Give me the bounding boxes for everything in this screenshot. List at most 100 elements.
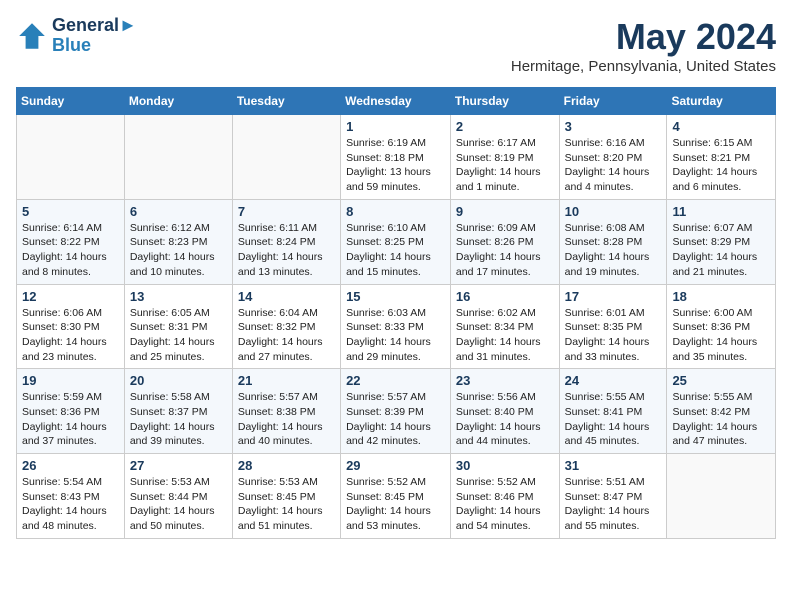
calendar-cell: 19 Sunrise: 5:59 AMSunset: 8:36 PMDayligh… [17, 369, 125, 454]
day-number: 31 [565, 458, 662, 473]
cell-content: Sunrise: 6:08 AMSunset: 8:28 PMDaylight:… [565, 221, 662, 280]
calendar-cell [124, 115, 232, 200]
calendar-cell [232, 115, 340, 200]
cell-content: Sunrise: 6:10 AMSunset: 8:25 PMDaylight:… [346, 221, 445, 280]
cell-content: Sunrise: 6:07 AMSunset: 8:29 PMDaylight:… [672, 221, 770, 280]
day-number: 8 [346, 204, 445, 219]
calendar-cell: 30 Sunrise: 5:52 AMSunset: 8:46 PMDayligh… [450, 454, 559, 539]
cell-content: Sunrise: 6:04 AMSunset: 8:32 PMDaylight:… [238, 306, 335, 365]
calendar-cell: 11 Sunrise: 6:07 AMSunset: 8:29 PMDayligh… [667, 199, 776, 284]
calendar-week-4: 19 Sunrise: 5:59 AMSunset: 8:36 PMDayligh… [17, 369, 776, 454]
day-number: 28 [238, 458, 335, 473]
day-number: 6 [130, 204, 227, 219]
cell-content: Sunrise: 6:19 AMSunset: 8:18 PMDaylight:… [346, 136, 445, 195]
cell-content: Sunrise: 5:56 AMSunset: 8:40 PMDaylight:… [456, 390, 554, 449]
col-header-thursday: Thursday [450, 88, 559, 115]
day-number: 5 [22, 204, 119, 219]
day-number: 23 [456, 373, 554, 388]
day-number: 2 [456, 119, 554, 134]
calendar-cell: 7Sunrise: 6:11 AMSunset: 8:24 PMDaylight… [232, 199, 340, 284]
cell-content: Sunrise: 5:54 AMSunset: 8:43 PMDaylight:… [22, 475, 119, 534]
day-number: 16 [456, 289, 554, 304]
cell-content: Sunrise: 5:52 AMSunset: 8:46 PMDaylight:… [456, 475, 554, 534]
calendar-cell: 21 Sunrise: 5:57 AMSunset: 8:38 PMDayligh… [232, 369, 340, 454]
calendar-cell: 13 Sunrise: 6:05 AMSunset: 8:31 PMDayligh… [124, 284, 232, 369]
calendar-cell: 18Sunrise: 6:00 AMSunset: 8:36 PMDayligh… [667, 284, 776, 369]
calendar-cell: 5 Sunrise: 6:14 AMSunset: 8:22 PMDaylight… [17, 199, 125, 284]
calendar-cell: 16Sunrise: 6:02 AMSunset: 8:34 PMDayligh… [450, 284, 559, 369]
cell-content: Sunrise: 5:51 AMSunset: 8:47 PMDaylight:… [565, 475, 662, 534]
calendar-cell: 10 Sunrise: 6:08 AMSunset: 8:28 PMDayligh… [559, 199, 667, 284]
day-number: 18 [672, 289, 770, 304]
cell-content: Sunrise: 6:03 AMSunset: 8:33 PMDaylight:… [346, 306, 445, 365]
cell-content: Sunrise: 5:59 AMSunset: 8:36 PMDaylight:… [22, 390, 119, 449]
calendar-cell: 17Sunrise: 6:01 AMSunset: 8:35 PMDayligh… [559, 284, 667, 369]
day-number: 3 [565, 119, 662, 134]
day-number: 1 [346, 119, 445, 134]
cell-content: Sunrise: 5:53 AMSunset: 8:45 PMDaylight:… [238, 475, 335, 534]
calendar-cell: 15 Sunrise: 6:03 AMSunset: 8:33 PMDayligh… [341, 284, 451, 369]
day-number: 25 [672, 373, 770, 388]
cell-content: Sunrise: 5:52 AMSunset: 8:45 PMDaylight:… [346, 475, 445, 534]
calendar-week-3: 12 Sunrise: 6:06 AMSunset: 8:30 PMDayligh… [17, 284, 776, 369]
calendar-cell: 20 Sunrise: 5:58 AMSunset: 8:37 PMDayligh… [124, 369, 232, 454]
calendar-cell: 31 Sunrise: 5:51 AMSunset: 8:47 PMDayligh… [559, 454, 667, 539]
calendar-cell: 1 Sunrise: 6:19 AMSunset: 8:18 PMDaylight… [341, 115, 451, 200]
calendar-cell: 6 Sunrise: 6:12 AMSunset: 8:23 PMDaylight… [124, 199, 232, 284]
day-number: 20 [130, 373, 227, 388]
cell-content: Sunrise: 6:01 AMSunset: 8:35 PMDaylight:… [565, 306, 662, 365]
subtitle: Hermitage, Pennsylvania, United States [511, 58, 776, 75]
cell-content: Sunrise: 5:55 AMSunset: 8:41 PMDaylight:… [565, 390, 662, 449]
calendar-table: SundayMondayTuesdayWednesdayThursdayFrid… [16, 87, 776, 539]
page-header: General► Blue May 2024 Hermitage, Pennsy… [16, 16, 776, 75]
cell-content: Sunrise: 6:17 AMSunset: 8:19 PMDaylight:… [456, 136, 554, 195]
day-number: 15 [346, 289, 445, 304]
col-header-saturday: Saturday [667, 88, 776, 115]
calendar-cell: 25 Sunrise: 5:55 AMSunset: 8:42 PMDayligh… [667, 369, 776, 454]
day-number: 9 [456, 204, 554, 219]
logo-text: General► Blue [52, 16, 137, 56]
calendar-cell: 2 Sunrise: 6:17 AMSunset: 8:19 PMDaylight… [450, 115, 559, 200]
cell-content: Sunrise: 6:15 AMSunset: 8:21 PMDaylight:… [672, 136, 770, 195]
main-title: May 2024 [511, 16, 776, 58]
calendar-cell: 14 Sunrise: 6:04 AMSunset: 8:32 PMDayligh… [232, 284, 340, 369]
day-number: 19 [22, 373, 119, 388]
col-header-wednesday: Wednesday [341, 88, 451, 115]
cell-content: Sunrise: 6:12 AMSunset: 8:23 PMDaylight:… [130, 221, 227, 280]
day-number: 26 [22, 458, 119, 473]
calendar-week-5: 26 Sunrise: 5:54 AMSunset: 8:43 PMDayligh… [17, 454, 776, 539]
calendar-cell: 24Sunrise: 5:55 AMSunset: 8:41 PMDayligh… [559, 369, 667, 454]
cell-content: Sunrise: 5:53 AMSunset: 8:44 PMDaylight:… [130, 475, 227, 534]
calendar-cell: 12 Sunrise: 6:06 AMSunset: 8:30 PMDayligh… [17, 284, 125, 369]
logo: General► Blue [16, 16, 137, 56]
cell-content: Sunrise: 6:11 AMSunset: 8:24 PMDaylight:… [238, 221, 335, 280]
day-number: 4 [672, 119, 770, 134]
day-number: 14 [238, 289, 335, 304]
calendar-cell: 26 Sunrise: 5:54 AMSunset: 8:43 PMDayligh… [17, 454, 125, 539]
calendar-cell: 22Sunrise: 5:57 AMSunset: 8:39 PMDayligh… [341, 369, 451, 454]
calendar-cell: 28 Sunrise: 5:53 AMSunset: 8:45 PMDayligh… [232, 454, 340, 539]
day-number: 27 [130, 458, 227, 473]
calendar-cell: 29 Sunrise: 5:52 AMSunset: 8:45 PMDayligh… [341, 454, 451, 539]
cell-content: Sunrise: 5:57 AMSunset: 8:38 PMDaylight:… [238, 390, 335, 449]
calendar-cell: 23 Sunrise: 5:56 AMSunset: 8:40 PMDayligh… [450, 369, 559, 454]
day-number: 22 [346, 373, 445, 388]
calendar-cell [667, 454, 776, 539]
day-number: 21 [238, 373, 335, 388]
day-number: 11 [672, 204, 770, 219]
day-number: 10 [565, 204, 662, 219]
calendar-cell: 4 Sunrise: 6:15 AMSunset: 8:21 PMDaylight… [667, 115, 776, 200]
cell-content: Sunrise: 6:06 AMSunset: 8:30 PMDaylight:… [22, 306, 119, 365]
calendar-cell: 8 Sunrise: 6:10 AMSunset: 8:25 PMDaylight… [341, 199, 451, 284]
cell-content: Sunrise: 5:58 AMSunset: 8:37 PMDaylight:… [130, 390, 227, 449]
day-number: 29 [346, 458, 445, 473]
calendar-cell: 27 Sunrise: 5:53 AMSunset: 8:44 PMDayligh… [124, 454, 232, 539]
cell-content: Sunrise: 6:14 AMSunset: 8:22 PMDaylight:… [22, 221, 119, 280]
day-number: 12 [22, 289, 119, 304]
day-number: 13 [130, 289, 227, 304]
cell-content: Sunrise: 5:55 AMSunset: 8:42 PMDaylight:… [672, 390, 770, 449]
calendar-cell: 3Sunrise: 6:16 AMSunset: 8:20 PMDaylight… [559, 115, 667, 200]
cell-content: Sunrise: 6:05 AMSunset: 8:31 PMDaylight:… [130, 306, 227, 365]
calendar-header-row: SundayMondayTuesdayWednesdayThursdayFrid… [17, 88, 776, 115]
day-number: 30 [456, 458, 554, 473]
